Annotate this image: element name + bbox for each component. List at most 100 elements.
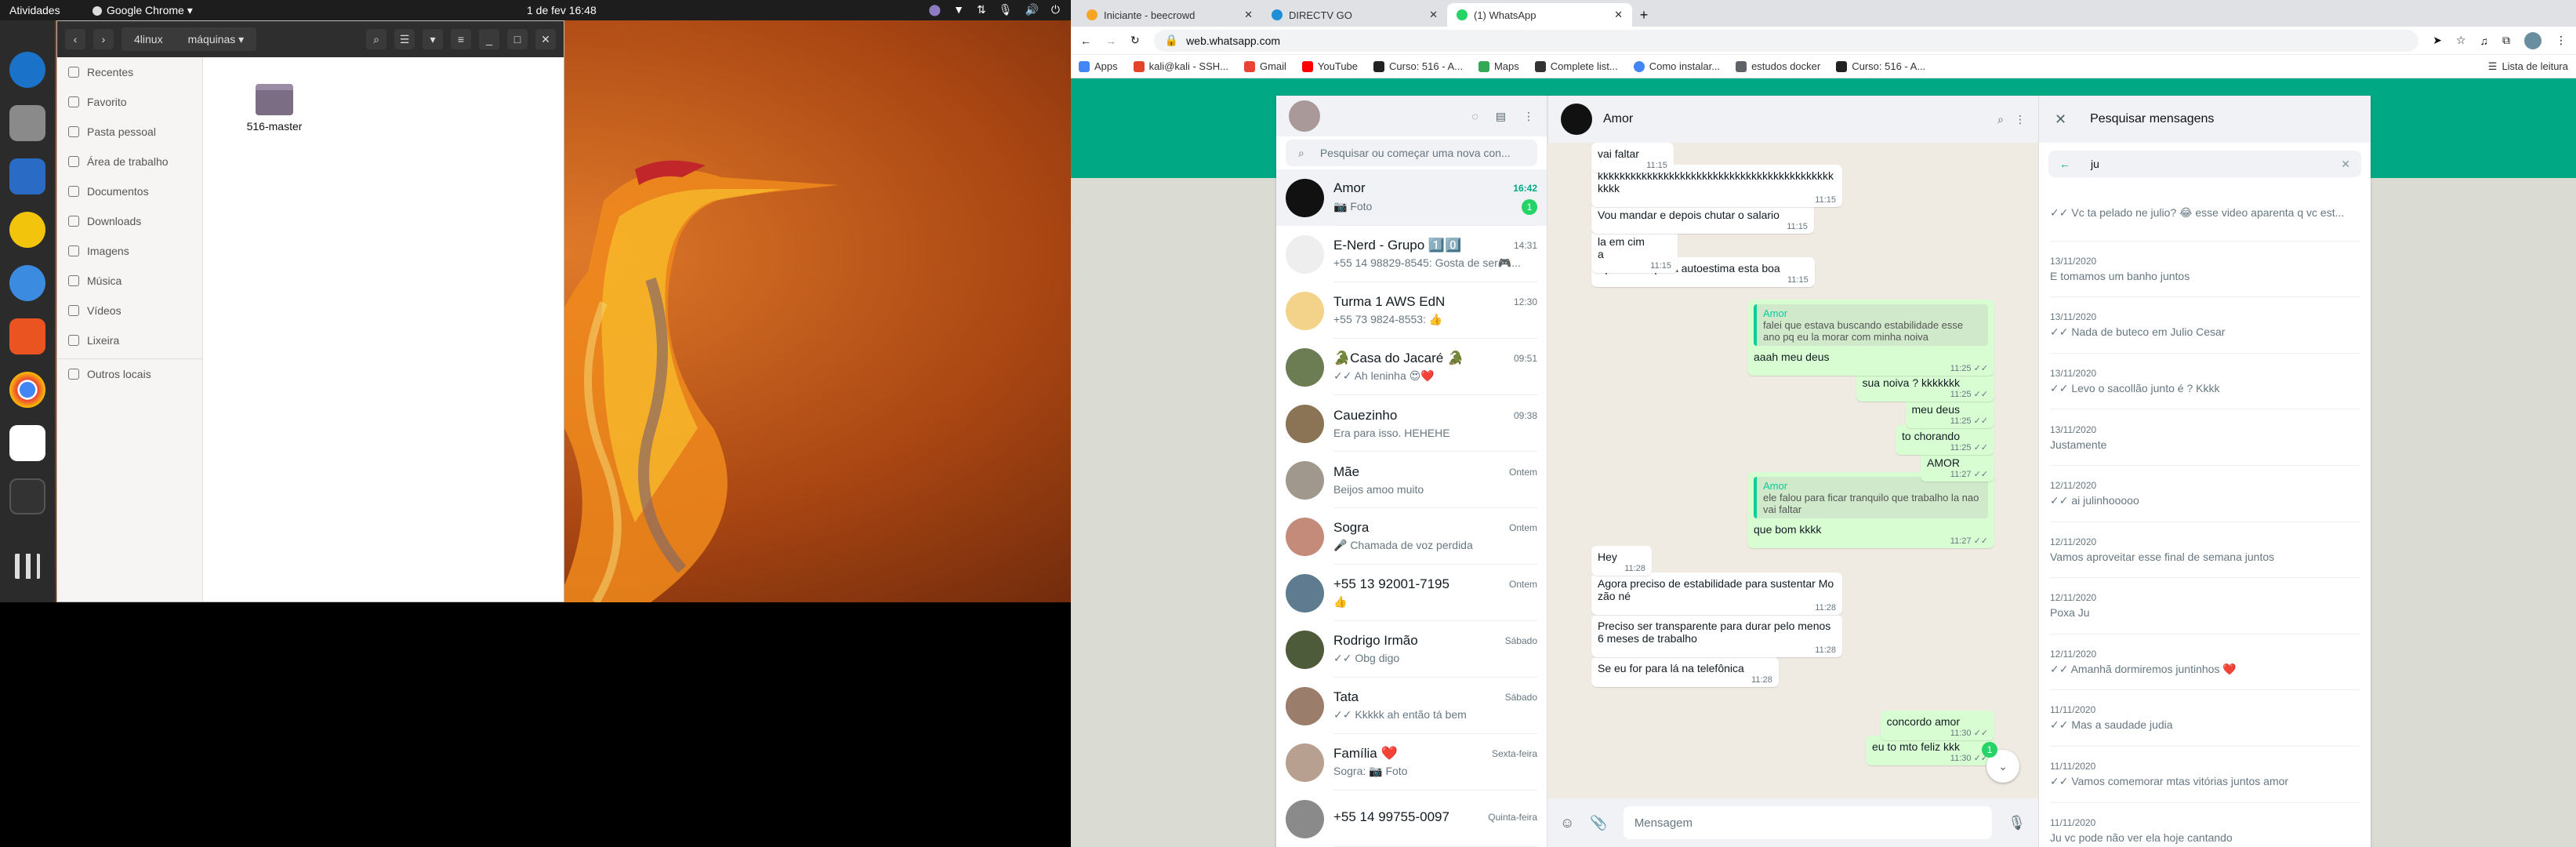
outgoing-message[interactable]: meu deus 11:25 ✓✓ — [1905, 398, 1994, 428]
search-result-item[interactable]: 12/11/2020 Poxa Ju — [2050, 578, 2360, 634]
chat-list-item[interactable]: Cauezinho 09:38 Era para isso. HEHEHE — [1276, 395, 1547, 452]
bookmark-apps[interactable]: Apps — [1079, 60, 1118, 72]
path-segment[interactable]: 4linux — [122, 33, 176, 45]
chat-list-item[interactable]: Família ❤️ Sexta-feira Sogra: 📷 Foto — [1276, 734, 1547, 791]
incoming-message[interactable]: Hey 11:28 — [1591, 546, 1652, 576]
chat-list-item[interactable]: Mãe Ontem Beijos amoo muito — [1276, 452, 1547, 508]
bookmark-complete-list[interactable]: Complete list... — [1534, 60, 1618, 72]
outgoing-message[interactable]: sua noiva ? kkkkkkk 11:25 ✓✓ — [1856, 372, 1994, 402]
bookmark-ssh[interactable]: kali@kali - SSH... — [1133, 60, 1228, 72]
sidebar-item-home[interactable]: Pasta pessoal — [57, 117, 202, 147]
back-arrow-icon[interactable]: ← — [1080, 35, 1091, 47]
chat-list-item[interactable]: Rodrigo Irmão Sábado ✓✓ Obg digo — [1276, 621, 1547, 678]
back-button[interactable]: ‹ — [65, 29, 85, 49]
files-icon[interactable] — [9, 105, 45, 141]
minimize-icon[interactable]: _ — [479, 29, 499, 49]
scroll-down-button[interactable]: ⌄ 1 — [1982, 742, 2019, 783]
new-tab-button[interactable]: + — [1632, 3, 1656, 27]
search-result-item[interactable]: 12/11/2020 ✓✓ ai julinhooooo — [2050, 466, 2360, 522]
sidebar-item-music[interactable]: Música — [57, 266, 202, 296]
menu-icon[interactable]: ⋮ — [1523, 110, 1534, 123]
reload-icon[interactable]: ↻ — [1130, 34, 1140, 47]
maximize-icon[interactable]: □ — [507, 29, 528, 49]
chat-list-item[interactable]: 🐊Casa do Jacaré 🐊 09:51 ✓✓ Ah leninha 😍❤️ — [1276, 339, 1547, 395]
chat-list-item[interactable]: Tata Sábado ✓✓ Kkkkk ah então tá bem — [1276, 678, 1547, 734]
close-tab-icon[interactable]: ✕ — [1614, 9, 1623, 21]
chat-list-item[interactable]: +55 13 92001-7195 Ontem 👍 — [1276, 565, 1547, 621]
tab-whatsapp[interactable]: (1) WhatsApp ✕ — [1447, 3, 1632, 27]
message-input[interactable]: Mensagem — [1623, 806, 1993, 839]
sidebar-item-images[interactable]: Imagens — [57, 236, 202, 266]
bookmark-estudos-docker[interactable]: estudos docker — [1736, 60, 1820, 72]
incoming-message[interactable]: Agora preciso de estabilidade para suste… — [1591, 573, 1842, 615]
incoming-message[interactable]: Se eu for para lá na telefônica 11:28 — [1591, 657, 1779, 687]
close-tab-icon[interactable]: ✕ — [1429, 9, 1438, 21]
forward-arrow-icon[interactable]: → — [1105, 35, 1116, 47]
search-result-item[interactable]: 11/11/2020 Ju vc pode não ver ela hoje ca… — [2050, 803, 2360, 847]
bookmark-como-instalar[interactable]: Como instalar... — [1633, 60, 1720, 72]
contact-avatar[interactable] — [1561, 104, 1592, 135]
incoming-message[interactable]: Preciso ser transparente para durar pelo… — [1591, 615, 1842, 657]
bookmark-gmail[interactable]: Gmail — [1243, 60, 1286, 72]
rhythmbox-icon[interactable] — [9, 212, 45, 248]
search-result-item[interactable]: 11/11/2020 ✓✓ Vamos comemorar mtas vitóri… — [2050, 747, 2360, 803]
writer-icon[interactable] — [9, 158, 45, 194]
send-icon[interactable]: ➤ — [2433, 34, 2442, 47]
outgoing-message[interactable]: AMOR 11:27 ✓✓ — [1921, 452, 1994, 482]
bookmark-curso-2[interactable]: Curso: 516 - A... — [1836, 60, 1925, 72]
forward-button[interactable]: › — [93, 29, 114, 49]
chevron-down-icon[interactable]: ▾ — [423, 29, 443, 49]
close-tab-icon[interactable]: ✕ — [1244, 9, 1253, 21]
quoted-message[interactable]: Amor falei que estava buscando estabilida… — [1754, 304, 1988, 346]
text-editor-icon[interactable] — [9, 425, 45, 461]
menu-icon[interactable]: ≡ — [451, 29, 471, 49]
system-tray[interactable]: ⬤ ▼ ⇅ 🎙 🔊 ⏻ — [928, 3, 1060, 16]
address-bar[interactable]: 🔒 web.whatsapp.com — [1153, 29, 2419, 52]
sidebar-item-downloads[interactable]: Downloads — [57, 206, 202, 236]
sidebar-item-other-locations[interactable]: Outros locais — [57, 358, 202, 388]
software-icon[interactable] — [9, 318, 45, 354]
profile-avatar[interactable] — [2524, 31, 2542, 49]
message-search-input[interactable]: ← ju ✕ — [2048, 151, 2361, 177]
extensions-icon[interactable]: ⧉ — [2502, 34, 2510, 47]
search-result-item[interactable]: 12/11/2020 ✓✓ Amanhã dormiremos juntinhos… — [2050, 634, 2360, 691]
chat-list-item[interactable]: E-Nerd - Grupo 1️⃣0️⃣ 14:31 +55 14 98829-8… — [1276, 226, 1547, 282]
incoming-message[interactable]: vai faltar 11:15 — [1591, 143, 1674, 173]
back-arrow-icon[interactable]: ← — [2059, 158, 2070, 170]
bookmark-maps[interactable]: Maps — [1478, 60, 1519, 72]
bookmark-curso-1[interactable]: Curso: 516 - A... — [1373, 60, 1463, 72]
my-avatar[interactable] — [1289, 100, 1320, 133]
outgoing-message[interactable]: Amor ele falou para ficar tranquilo que t… — [1747, 472, 1994, 548]
incoming-message[interactable]: Vou mandar e depois chutar o salario 11:1… — [1591, 204, 1814, 234]
menu-icon[interactable]: ⋮ — [2015, 113, 2026, 126]
sidebar-item-recentes[interactable]: Recentes — [57, 57, 202, 87]
outgoing-message[interactable]: to chorando 11:25 ✓✓ — [1896, 425, 1994, 455]
chrome-menu-icon[interactable]: ⋮ — [2556, 34, 2567, 47]
search-result-item[interactable]: 13/11/2020 Justamente — [2050, 409, 2360, 466]
close-icon[interactable]: ✕ — [535, 29, 556, 49]
outgoing-message[interactable]: Amor falei que estava buscando estabilida… — [1747, 300, 1994, 376]
reading-list[interactable]: ☰ Lista de leitura — [2488, 60, 2568, 73]
new-chat-icon[interactable]: ▤ — [1496, 110, 1506, 123]
thunderbird-icon[interactable] — [9, 52, 45, 88]
folder-item[interactable]: 516-master — [231, 84, 317, 133]
search-result-item[interactable]: 13/11/2020 ✓✓ Levo o sacollão junto é ? K… — [2050, 354, 2360, 410]
emoji-icon[interactable]: ☺ — [1560, 815, 1574, 831]
sidebar-item-trash[interactable]: Lixeira — [57, 325, 202, 355]
conversation-header[interactable]: Amor ⌕ ⋮ — [1547, 96, 2038, 143]
status-icon[interactable]: ◌ — [1471, 110, 1478, 122]
search-result-item[interactable]: 13/11/2020 ✓✓ Nada de buteco em Julio Ces… — [2050, 297, 2360, 354]
search-input[interactable]: ⌕ Pesquisar ou começar uma nova con... — [1286, 140, 1537, 167]
chat-list-item[interactable]: Turma 1 AWS EdN 12:30 +55 73 9824-8553: 👍 — [1276, 282, 1547, 339]
activities-button[interactable]: Atividades — [9, 4, 60, 16]
search-result-item[interactable]: 12/11/2020 Vamos aproveitar esse final de… — [2050, 522, 2360, 579]
chrome-dock-icon[interactable] — [9, 372, 45, 408]
clear-icon[interactable]: ✕ — [2341, 158, 2350, 171]
sidebar-item-desktop[interactable]: Área de trabalho — [57, 147, 202, 176]
chat-list-item[interactable]: Sogra Ontem 🎤 Chamada de voz perdida — [1276, 508, 1547, 565]
outgoing-message[interactable]: concordo amor 11:30 ✓✓ — [1880, 711, 1994, 740]
search-result-item[interactable]: 13/11/2020 E tomamos um banho juntos — [2050, 242, 2360, 298]
clock[interactable]: 1 de fev 16:48 — [527, 4, 597, 16]
tab-beecrowd[interactable]: Iniciante - beecrowd ✕ — [1077, 3, 1262, 27]
help-icon[interactable] — [9, 265, 45, 301]
